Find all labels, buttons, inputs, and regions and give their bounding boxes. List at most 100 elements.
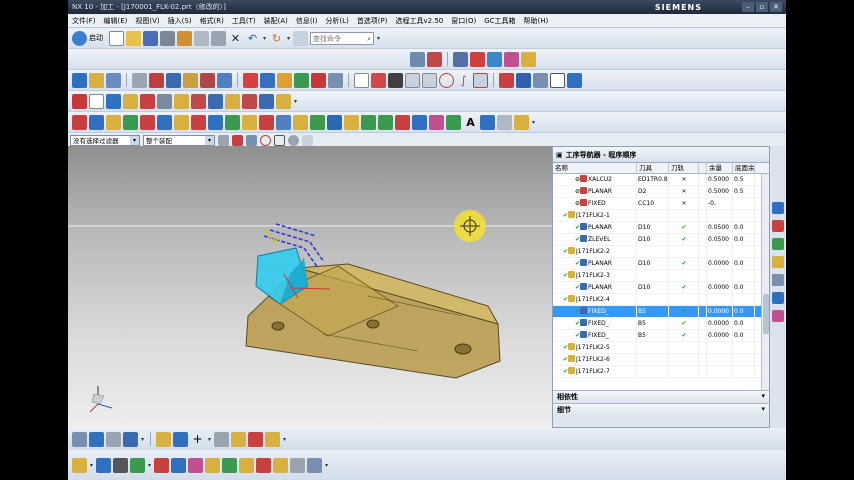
- feature-icon[interactable]: [174, 93, 189, 109]
- menu-help[interactable]: 帮助(H): [524, 16, 549, 26]
- paint-icon[interactable]: [265, 431, 281, 447]
- menu-assembly[interactable]: 装配(A): [264, 16, 288, 26]
- operation-row[interactable]: ✔ FIXED_ B5 ✔ 0.0000 0.0: [553, 305, 769, 318]
- black-square-icon[interactable]: [113, 457, 129, 473]
- mirror-icon[interactable]: [429, 114, 444, 130]
- column-toolpath[interactable]: 刀轨: [669, 163, 699, 173]
- play-icon[interactable]: [499, 72, 514, 88]
- create-tool-icon[interactable]: [89, 72, 104, 88]
- offset-icon[interactable]: [130, 457, 146, 473]
- reuse-library-icon[interactable]: [772, 256, 784, 268]
- dependencies-pane[interactable]: 相依性 ▾: [553, 390, 769, 403]
- machining-method-view-icon[interactable]: [217, 72, 232, 88]
- close-button[interactable]: ✕: [770, 2, 782, 12]
- display-icon[interactable]: [533, 72, 548, 88]
- green-rect-icon[interactable]: [378, 114, 393, 130]
- print-icon[interactable]: [160, 30, 175, 46]
- cavity-mill-icon[interactable]: [191, 93, 206, 109]
- operation-row[interactable]: ✔ PLANAR D10 ✔ 0.0000 0.0: [553, 281, 769, 294]
- join-icon[interactable]: [222, 457, 238, 473]
- operation-row[interactable]: ✔ FIXED_ B5 ✔ 0.0000 0.0: [553, 317, 769, 330]
- mesh-icon[interactable]: [307, 457, 323, 473]
- fixed-axis-icon[interactable]: [242, 93, 257, 109]
- flowcut-icon[interactable]: [259, 93, 274, 109]
- pattern-icon[interactable]: [412, 114, 427, 130]
- intersect-icon[interactable]: [171, 457, 187, 473]
- cut-object-icon[interactable]: [371, 72, 386, 88]
- open-folder-icon[interactable]: [126, 30, 141, 46]
- menu-tools[interactable]: 工具(T): [232, 16, 256, 26]
- spline-icon[interactable]: [72, 457, 87, 473]
- generate-toolpath-icon[interactable]: [243, 72, 258, 88]
- blue-cube-icon[interactable]: [89, 114, 104, 130]
- simulate-icon[interactable]: [294, 72, 309, 88]
- layer-icon[interactable]: [480, 114, 495, 130]
- rotate-icon[interactable]: [453, 51, 468, 67]
- postprocess-icon[interactable]: [311, 72, 326, 88]
- navigator-scrollbar[interactable]: [761, 174, 769, 390]
- distance-icon[interactable]: [231, 431, 247, 447]
- circle-tool-icon[interactable]: [439, 72, 454, 88]
- geometry-view-icon[interactable]: [200, 72, 215, 88]
- fit-view-icon[interactable]: [410, 51, 425, 67]
- replay-toolpath-icon[interactable]: [260, 72, 275, 88]
- restore-button[interactable]: ▫: [756, 2, 768, 12]
- transform-icon[interactable]: [516, 72, 531, 88]
- sphere-icon[interactable]: [157, 114, 172, 130]
- render-style-icon[interactable]: [487, 51, 502, 67]
- operation-row[interactable]: ✔ PLANAR D10 ✔ 0.0500 0.0: [553, 221, 769, 234]
- operation-row[interactable]: ✔ ZLEVEL D10 ✔ 0.0500 0.0: [553, 233, 769, 246]
- center-icon[interactable]: [260, 134, 271, 146]
- type-filter-select[interactable]: 没有选择过滤器 ▾: [70, 134, 140, 146]
- delete-icon[interactable]: ✕: [228, 31, 243, 46]
- command-search-input[interactable]: 查找命令 ⌕: [310, 31, 375, 45]
- operation-row[interactable]: ✔ PLANAR D10 ✔ 0.0000 0.0: [553, 257, 769, 270]
- edit-surface-icon[interactable]: [96, 457, 112, 473]
- cut-icon[interactable]: [177, 30, 192, 46]
- create-geometry-icon[interactable]: [106, 72, 121, 88]
- operation-row[interactable]: ✔ FIXED_ B5 ✔ 0.0000 0.0: [553, 329, 769, 342]
- hole-feature-icon[interactable]: [242, 114, 257, 130]
- menu-window[interactable]: 窗口(O): [451, 16, 476, 26]
- operation-row[interactable]: ⊘ PLANAR D2 ✕ 0.5000 0.5: [553, 185, 769, 198]
- program-group-row[interactable]: ✔ J171FLK2-1: [553, 209, 769, 222]
- wcs-icon[interactable]: [89, 431, 104, 447]
- text-icon[interactable]: A: [463, 115, 478, 130]
- slot-icon[interactable]: [293, 114, 308, 130]
- fill-icon[interactable]: [156, 431, 172, 447]
- part-navigator-icon[interactable]: [772, 238, 784, 250]
- layer-settings-icon[interactable]: [106, 431, 121, 447]
- groove-icon[interactable]: [310, 114, 325, 130]
- menu-view[interactable]: 视图(V): [135, 16, 159, 26]
- yellow-cube-icon[interactable]: [106, 114, 121, 130]
- boss-icon[interactable]: [259, 114, 274, 130]
- mill-icon[interactable]: [140, 93, 155, 109]
- web-browser-icon[interactable]: [772, 274, 784, 286]
- operation-row[interactable]: ⊘ FIXED CC10 ✕ -0.: [553, 197, 769, 210]
- menu-preferences[interactable]: 首选项(P): [357, 16, 388, 26]
- graphics-window[interactable]: [68, 146, 552, 428]
- extrude-icon[interactable]: [208, 114, 223, 130]
- start-label[interactable]: 启动: [89, 33, 103, 43]
- orient-view-icon[interactable]: [504, 51, 519, 67]
- ruled-icon[interactable]: [290, 457, 306, 473]
- program-group-row[interactable]: ✔ J171FLK2-7: [553, 365, 769, 378]
- sketch-icon[interactable]: [497, 114, 512, 130]
- machine-tool-view-icon[interactable]: [183, 72, 198, 88]
- green-cube-icon[interactable]: [123, 114, 138, 130]
- brush-icon[interactable]: [514, 114, 529, 130]
- plus-icon[interactable]: +: [190, 432, 205, 447]
- program-view-icon[interactable]: [166, 72, 181, 88]
- point-icon[interactable]: [232, 134, 243, 146]
- window-icon[interactable]: [293, 30, 309, 46]
- menu-file[interactable]: 文件(F): [72, 16, 96, 26]
- measure-icon[interactable]: [521, 51, 536, 67]
- snap-icon[interactable]: [218, 134, 229, 146]
- scope-select[interactable]: 整个装配 ▾: [143, 134, 215, 146]
- blend-icon[interactable]: [327, 114, 342, 130]
- face-mill-icon[interactable]: [157, 93, 172, 109]
- divide-icon[interactable]: [239, 457, 255, 473]
- shell-icon[interactable]: [361, 114, 376, 130]
- operation-filter-icon[interactable]: [72, 93, 87, 109]
- pan-icon[interactable]: [470, 51, 485, 67]
